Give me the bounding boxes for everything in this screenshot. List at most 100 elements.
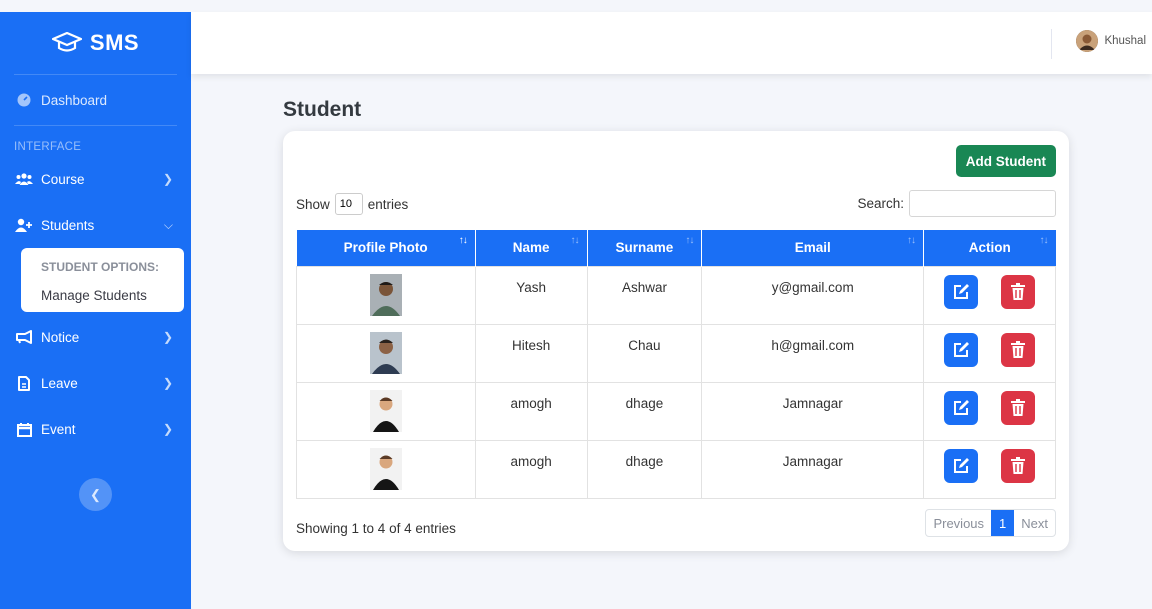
user-menu[interactable]: Khushal: [1076, 30, 1146, 52]
students-card: Add Student Show 10 entries Search: Prof…: [283, 131, 1069, 551]
edit-icon: [954, 341, 970, 357]
sidebar-item-leave[interactable]: Leave ❯: [0, 360, 191, 406]
sidebar-item-label: Leave: [41, 375, 78, 391]
name-cell: amogh: [474, 439, 588, 499]
delete-button[interactable]: [1001, 332, 1036, 367]
profile-photo-cell: [296, 323, 476, 383]
dashboard-icon: [14, 92, 34, 108]
table-info: Showing 1 to 4 of 4 entries: [296, 521, 456, 536]
edit-icon: [954, 399, 970, 415]
sort-icon: ↑↓: [907, 235, 916, 246]
page-title: Student: [283, 98, 362, 121]
edit-button[interactable]: [944, 332, 979, 367]
submenu-item-manage-students[interactable]: Manage Students: [21, 288, 184, 303]
profile-photo: [369, 331, 402, 374]
trash-icon: [1011, 456, 1026, 474]
sidebar-item-label: Event: [41, 421, 76, 437]
name-cell: Hitesh: [474, 323, 588, 383]
surname-cell: Ashwar: [586, 265, 703, 325]
sort-icon: ↑↓: [570, 235, 580, 246]
email-cell: Jamnagar: [701, 381, 925, 441]
column-header-name[interactable]: Name ↑↓: [475, 230, 588, 266]
search-input[interactable]: [909, 190, 1056, 217]
surname-cell: dhage: [586, 381, 703, 441]
sort-icon: ↑↓: [685, 235, 694, 246]
action-cell: [923, 381, 1056, 441]
trash-icon: [1011, 340, 1026, 358]
entries-length: Show 10 entries: [296, 193, 408, 215]
column-label: Email: [794, 240, 831, 256]
show-label: Show: [296, 196, 330, 212]
chevron-left-icon: ❮: [90, 486, 101, 502]
profile-photo-cell: [296, 439, 476, 499]
search-label: Search:: [857, 196, 904, 211]
sidebar-item-students[interactable]: Students ⌵: [0, 202, 191, 248]
topbar: Khushal: [191, 12, 1152, 74]
column-header-profile-photo[interactable]: Profile Photo ↑↓: [296, 230, 476, 266]
file-icon: [14, 375, 34, 391]
submenu-heading: STUDENT OPTIONS:: [41, 260, 160, 274]
sidebar-item-notice[interactable]: Notice ❯: [0, 314, 191, 360]
delete-button[interactable]: [1001, 448, 1036, 483]
edit-button[interactable]: [944, 274, 979, 309]
search-box: Search:: [857, 190, 1056, 217]
sidebar-item-event[interactable]: Event ❯: [0, 406, 191, 452]
sidebar-toggle-button[interactable]: ❮: [79, 478, 112, 511]
brand-name: SMS: [89, 30, 140, 55]
column-label: Profile Photo: [343, 240, 428, 256]
graduation-cap-icon: [51, 32, 82, 52]
column-label: Surname: [615, 240, 674, 256]
sidebar-item-dashboard[interactable]: Dashboard: [0, 75, 191, 125]
users-group-icon: [14, 171, 34, 187]
next-page-button[interactable]: Next: [1014, 510, 1055, 536]
action-cell: [923, 265, 1056, 325]
edit-icon: [954, 283, 970, 299]
table-row: Yash Ashwar y@gmail.com: [296, 265, 1056, 325]
surname-cell: Chau: [586, 323, 703, 383]
column-header-action[interactable]: Action ↑↓: [923, 230, 1056, 266]
students-table: Profile Photo ↑↓ Name ↑↓ Surname ↑↓ Email ↑↓…: [296, 230, 1056, 499]
column-label: Action: [968, 240, 1011, 256]
email-cell: h@gmail.com: [701, 323, 925, 383]
chevron-right-icon: ❯: [162, 330, 173, 344]
sidebar-item-label: Course: [41, 171, 85, 187]
profile-photo-cell: [296, 381, 476, 441]
sidebar: SMS Dashboard INTERFACE Course ❯ Student…: [0, 12, 191, 609]
profile-photo: [369, 447, 402, 490]
topbar-divider: [1051, 29, 1052, 59]
chevron-right-icon: ❯: [162, 172, 173, 186]
email-cell: Jamnagar: [701, 439, 925, 499]
sidebar-item-course[interactable]: Course ❯: [0, 156, 191, 202]
chevron-right-icon: ❯: [162, 422, 173, 436]
edit-button[interactable]: [944, 448, 979, 483]
column-header-email[interactable]: Email ↑↓: [701, 230, 925, 266]
page-1-button[interactable]: 1: [991, 510, 1015, 536]
user-plus-icon: [14, 217, 34, 233]
profile-photo: [369, 389, 402, 432]
edit-icon: [954, 457, 970, 473]
surname-cell: dhage: [586, 439, 703, 499]
sidebar-heading: INTERFACE: [14, 141, 82, 153]
brand[interactable]: SMS: [0, 12, 191, 74]
chevron-right-icon: ❯: [162, 376, 173, 390]
sidebar-item-label: Notice: [41, 329, 80, 345]
edit-button[interactable]: [944, 390, 979, 425]
column-header-surname[interactable]: Surname ↑↓: [587, 230, 703, 266]
table-row: amogh dhage Jamnagar: [296, 439, 1056, 499]
sidebar-item-label: Students: [41, 217, 95, 233]
delete-button[interactable]: [1001, 390, 1036, 425]
table-row: amogh dhage Jamnagar: [296, 381, 1056, 441]
delete-button[interactable]: [1001, 274, 1036, 309]
table-row: Hitesh Chau h@gmail.com: [296, 323, 1056, 383]
previous-page-button[interactable]: Previous: [926, 510, 991, 536]
chevron-down-icon: ⌵: [163, 217, 173, 232]
user-name: Khushal: [1104, 35, 1146, 47]
column-label: Name: [512, 240, 550, 256]
trash-icon: [1011, 282, 1026, 300]
students-submenu: STUDENT OPTIONS: Manage Students: [21, 248, 184, 312]
name-cell: Yash: [474, 265, 588, 325]
add-student-button[interactable]: Add Student: [955, 145, 1056, 177]
entries-select[interactable]: 10: [334, 193, 363, 215]
bullhorn-icon: [14, 329, 34, 345]
action-cell: [923, 323, 1056, 383]
